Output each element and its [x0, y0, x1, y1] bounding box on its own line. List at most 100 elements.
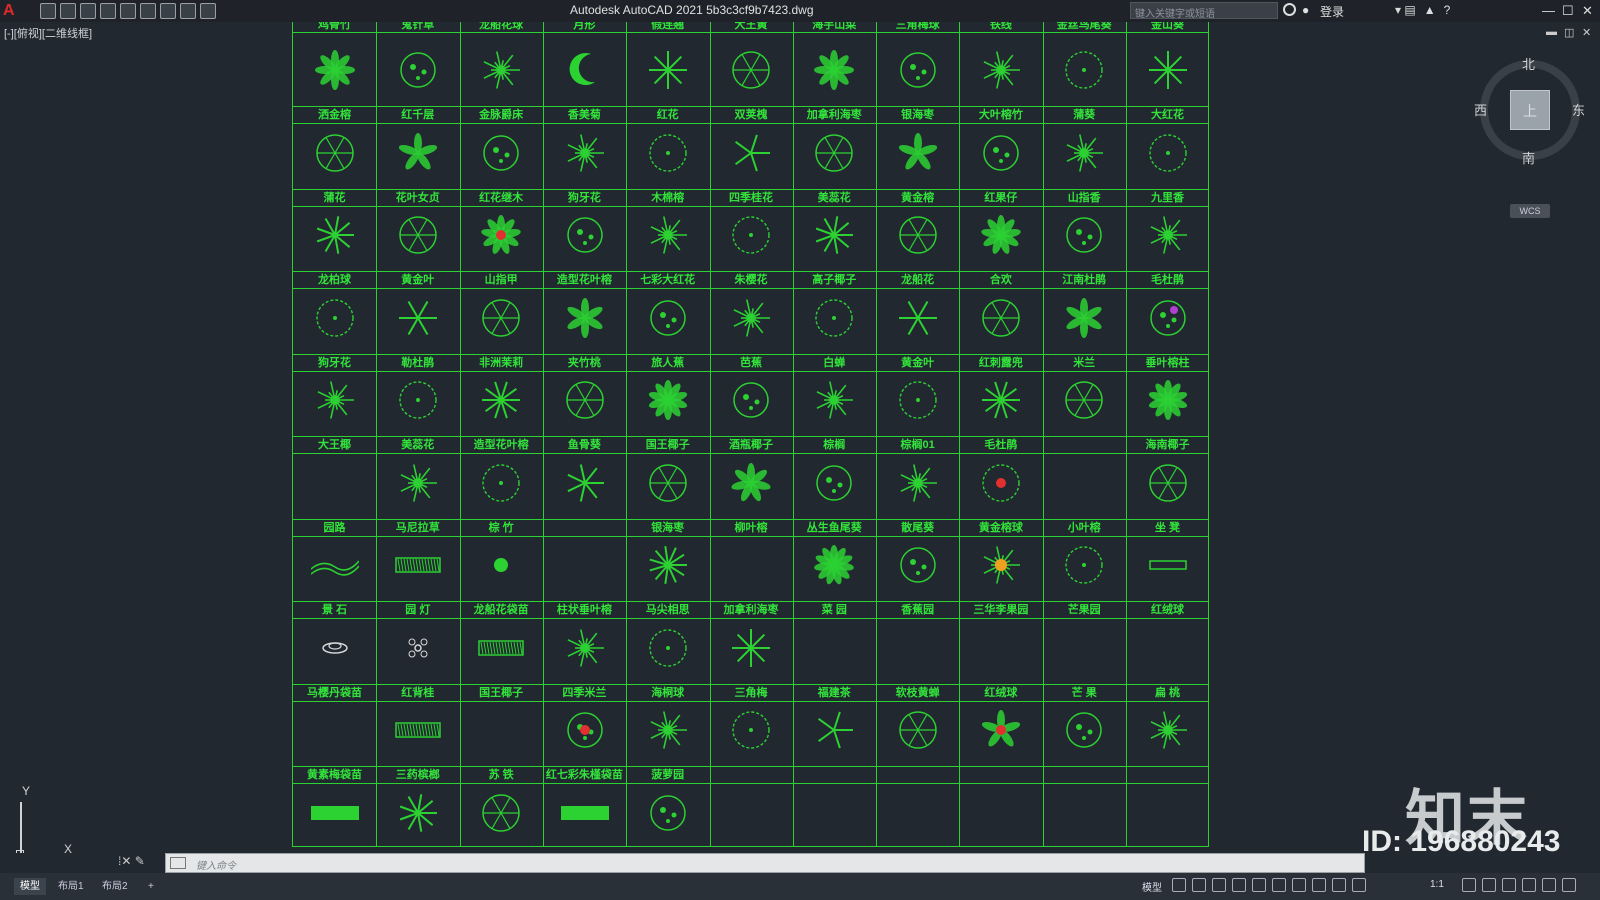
plant-symbol-icon[interactable] — [477, 541, 525, 589]
plant-symbol-icon[interactable] — [310, 541, 359, 589]
plant-symbol-icon[interactable] — [977, 541, 1025, 589]
plant-symbol-icon[interactable] — [644, 706, 692, 754]
plant-symbol-icon[interactable] — [810, 46, 858, 94]
wcs-menu-button[interactable]: WCS — [1510, 204, 1550, 218]
annotation-visibility-icon[interactable] — [1332, 878, 1346, 892]
auto-scale-icon[interactable] — [1352, 878, 1366, 892]
plant-symbol-icon[interactable] — [561, 459, 609, 507]
plant-symbol-icon[interactable] — [894, 46, 942, 94]
plant-symbol-icon[interactable] — [977, 294, 1025, 342]
plant-symbol-icon[interactable] — [394, 459, 442, 507]
plant-symbol-icon[interactable] — [477, 211, 525, 259]
viewport-close-icon[interactable]: ✕ — [1582, 26, 1591, 39]
lineweight-icon[interactable] — [1292, 878, 1306, 892]
plant-symbol-icon[interactable] — [394, 624, 442, 672]
compass-east[interactable]: 东 — [1572, 100, 1585, 119]
plant-symbol-icon[interactable] — [1144, 46, 1192, 94]
plant-symbol-icon[interactable] — [1144, 706, 1192, 754]
plant-symbol-icon[interactable] — [1144, 541, 1192, 589]
help-icon[interactable]: ? — [1444, 3, 1451, 17]
maximize-icon[interactable]: ☐ — [1562, 3, 1574, 19]
plant-symbol-icon[interactable] — [977, 129, 1025, 177]
plant-symbol-icon[interactable] — [394, 46, 442, 94]
plant-symbol-icon[interactable] — [1060, 46, 1108, 94]
plot-icon[interactable] — [140, 3, 156, 19]
plant-symbol-icon[interactable] — [727, 624, 775, 672]
plant-symbol-icon[interactable] — [1060, 129, 1108, 177]
plant-symbol-icon[interactable] — [894, 376, 942, 424]
plant-symbol-icon[interactable] — [727, 376, 775, 424]
open-folder-icon[interactable] — [60, 3, 76, 19]
plant-symbol-icon[interactable] — [894, 706, 942, 754]
plant-symbol-icon[interactable] — [1060, 541, 1108, 589]
plant-symbol-icon[interactable] — [977, 376, 1025, 424]
plant-symbol-icon[interactable] — [394, 129, 442, 177]
annotation-scale[interactable]: 1:1 — [1430, 879, 1444, 890]
plant-symbol-icon[interactable] — [477, 376, 525, 424]
plant-symbol-icon[interactable] — [977, 706, 1025, 754]
plant-symbol-icon[interactable] — [894, 129, 942, 177]
plant-symbol-icon[interactable] — [477, 624, 525, 672]
plant-symbol-icon[interactable] — [727, 129, 775, 177]
tab-model[interactable]: 模型 — [14, 878, 46, 895]
plant-symbol-icon[interactable] — [561, 706, 609, 754]
gear-icon[interactable] — [1462, 878, 1476, 892]
plant-symbol-icon[interactable] — [394, 376, 442, 424]
plant-symbol-icon[interactable] — [394, 294, 442, 342]
selection-cycling-icon[interactable] — [1312, 878, 1326, 892]
plant-symbol-icon[interactable] — [310, 789, 359, 837]
plant-symbol-icon[interactable] — [644, 294, 692, 342]
plant-symbol-icon[interactable] — [561, 624, 609, 672]
plant-symbol-icon[interactable] — [644, 789, 692, 837]
user-icon[interactable]: ● — [1302, 3, 1309, 17]
otrack-icon[interactable] — [1272, 878, 1286, 892]
minimize-icon[interactable]: — — [1542, 3, 1555, 18]
plant-symbol-icon[interactable] — [644, 624, 692, 672]
plus-icon[interactable] — [1482, 878, 1496, 892]
tab-layout1[interactable]: 布局1 — [52, 878, 90, 895]
command-line-close-icon[interactable]: ⁞✕ ✎ — [118, 854, 145, 868]
cart-icon[interactable]: ▾ ▤ — [1395, 3, 1416, 17]
new-file-icon[interactable] — [40, 3, 56, 19]
plant-symbol-icon[interactable] — [311, 624, 359, 672]
save-icon[interactable] — [80, 3, 96, 19]
isolate-icon[interactable] — [1502, 878, 1516, 892]
redo-icon[interactable] — [200, 3, 216, 19]
close-icon[interactable]: ✕ — [1582, 3, 1593, 19]
command-line[interactable]: 键入命令 — [165, 853, 1365, 873]
save-as-icon[interactable] — [100, 3, 116, 19]
plant-symbol-icon[interactable] — [894, 459, 942, 507]
print-icon[interactable] — [160, 3, 176, 19]
plant-symbol-icon[interactable] — [1144, 211, 1192, 259]
plant-symbol-icon[interactable] — [644, 541, 692, 589]
plant-symbol-icon[interactable] — [1144, 376, 1192, 424]
view-cube[interactable]: 上 北 南 东 西 — [1474, 57, 1585, 166]
plant-symbol-icon[interactable] — [561, 211, 609, 259]
plant-symbol-icon[interactable] — [561, 376, 609, 424]
plant-symbol-icon[interactable] — [977, 46, 1025, 94]
plant-symbol-icon[interactable] — [644, 46, 692, 94]
plant-symbol-icon[interactable] — [477, 789, 525, 837]
plant-symbol-icon[interactable] — [727, 46, 775, 94]
plant-symbol-icon[interactable] — [727, 294, 775, 342]
compass-west[interactable]: 西 — [1474, 100, 1487, 119]
plant-symbol-icon[interactable] — [560, 789, 609, 837]
tab-add[interactable]: + — [142, 878, 160, 895]
plant-symbol-icon[interactable] — [394, 211, 442, 259]
viewport-restore-icon[interactable]: ◫ — [1564, 26, 1574, 39]
plant-symbol-icon[interactable] — [311, 129, 359, 177]
polar-icon[interactable] — [1232, 878, 1246, 892]
plant-symbol-icon[interactable] — [977, 459, 1025, 507]
plant-symbol-icon[interactable] — [1144, 129, 1192, 177]
search-input[interactable]: 键入关键字或短语 — [1130, 2, 1278, 20]
plant-symbol-icon[interactable] — [477, 459, 525, 507]
osnap-icon[interactable] — [1252, 878, 1266, 892]
plant-symbol-icon[interactable] — [561, 294, 609, 342]
hardware-acceleration-icon[interactable] — [1522, 878, 1536, 892]
snap-icon[interactable] — [1192, 878, 1206, 892]
plant-symbol-icon[interactable] — [894, 211, 942, 259]
menu-icon[interactable] — [1562, 878, 1576, 892]
plant-symbol-icon[interactable] — [311, 46, 359, 94]
plant-symbol-icon[interactable] — [561, 46, 609, 94]
plant-symbol-icon[interactable] — [727, 706, 775, 754]
